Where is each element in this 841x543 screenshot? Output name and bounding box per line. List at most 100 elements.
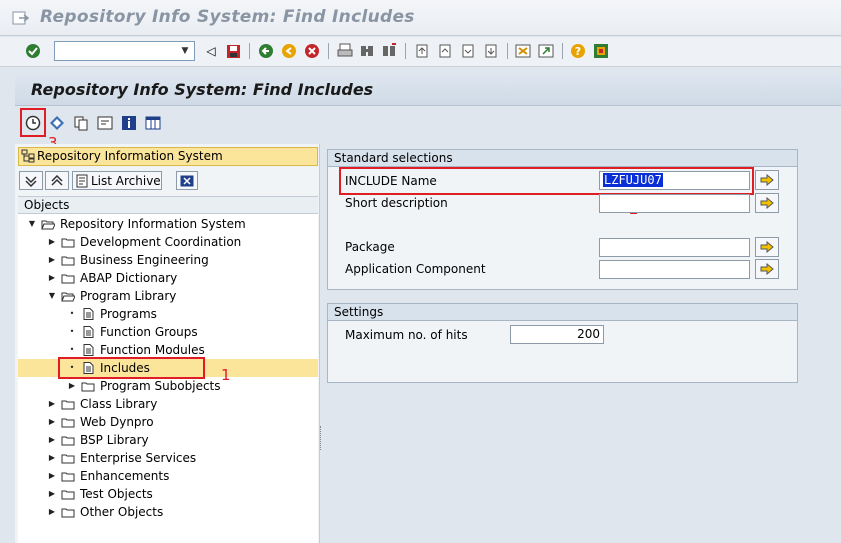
folder-open-icon — [41, 220, 55, 230]
save-icon[interactable] — [224, 42, 242, 60]
tree-node-programs[interactable]: • Programs — [18, 305, 318, 323]
get-variant-icon[interactable] — [72, 114, 90, 132]
tree-node-development-coordination[interactable]: ▶ Development Coordination — [18, 233, 318, 251]
first-page-icon[interactable] — [413, 42, 431, 60]
tree-node-abap-dictionary[interactable]: ▶ ABAP Dictionary — [18, 269, 318, 287]
document-icon — [83, 326, 94, 338]
list-archive-button[interactable]: List Archive — [72, 171, 162, 190]
short-description-multiple-selection-button[interactable] — [755, 193, 779, 213]
shortcut-icon[interactable] — [537, 42, 555, 60]
tree-header: Repository Information System — [18, 147, 318, 166]
tree-node-label: Programs — [100, 307, 157, 321]
tree-node-bsp-library[interactable]: ▶ BSP Library — [18, 431, 318, 449]
document-icon — [83, 308, 94, 320]
expand-node-icon[interactable]: ▶ — [47, 449, 57, 467]
tree-node-repository-information-system[interactable]: ▼ Repository Information System — [18, 215, 318, 233]
short-description-label: Short description — [345, 196, 448, 210]
folder-icon — [61, 508, 75, 518]
tree-node-test-objects[interactable]: ▶ Test Objects — [18, 485, 318, 503]
command-dropdown-icon[interactable]: ▼ — [176, 42, 194, 60]
application-component-multiple-selection-button[interactable] — [755, 259, 779, 279]
expand-all-button[interactable] — [19, 171, 43, 190]
tree-node-web-dynpro[interactable]: ▶ Web Dynpro — [18, 413, 318, 431]
pane-splitter[interactable] — [320, 426, 322, 450]
collapse-all-icon — [51, 174, 63, 186]
folder-icon — [61, 454, 75, 464]
tree-node-label: Test Objects — [80, 487, 153, 501]
toolbar-separator — [562, 43, 563, 59]
last-page-icon[interactable] — [482, 42, 500, 60]
dynamic-selections-icon[interactable] — [96, 114, 114, 132]
application-component-field[interactable] — [599, 260, 750, 279]
leaf-bullet-icon: • — [69, 309, 75, 318]
all-selections-icon[interactable] — [48, 114, 66, 132]
expand-node-icon[interactable]: ▶ — [47, 503, 57, 521]
window-title: Repository Info System: Find Includes — [40, 7, 415, 27]
highlight-box-execute — [20, 108, 46, 137]
tree-node-label: ABAP Dictionary — [80, 271, 178, 285]
columns-icon[interactable] — [144, 114, 162, 132]
application-toolbar — [15, 106, 841, 141]
expand-node-icon[interactable]: ▶ — [67, 377, 77, 395]
expand-node-icon[interactable]: ▶ — [47, 233, 57, 251]
close-tree-button[interactable] — [176, 171, 198, 190]
enter-icon[interactable] — [24, 42, 42, 60]
page-title: Repository Info System: Find Includes — [31, 80, 374, 99]
expand-node-icon[interactable]: ▶ — [47, 269, 57, 287]
tree-node-enterprise-services[interactable]: ▶ Enterprise Services — [18, 449, 318, 467]
collapse-all-button[interactable] — [45, 171, 69, 190]
tree-node-enhancements[interactable]: ▶ Enhancements — [18, 467, 318, 485]
objects-column-header: Objects — [18, 196, 318, 214]
annotation-number-1: 1 — [221, 366, 231, 384]
expand-all-icon — [25, 175, 37, 187]
package-multiple-selection-button[interactable] — [755, 237, 779, 257]
svg-text:?: ? — [575, 45, 581, 58]
tree-node-program-subobjects[interactable]: ▶ Program Subobjects — [18, 377, 318, 395]
include-name-multiple-selection-button[interactable] — [755, 170, 779, 190]
tree-node-label: Other Objects — [80, 505, 164, 519]
multiple-selection-arrow-icon — [760, 197, 774, 209]
exit-icon[interactable] — [280, 42, 298, 60]
expand-node-icon[interactable]: ▶ — [47, 431, 57, 449]
next-page-icon[interactable] — [459, 42, 477, 60]
toolbar-separator — [507, 43, 508, 59]
application-component-label: Application Component — [345, 262, 486, 276]
tree-node-program-library[interactable]: ▼ Program Library — [18, 287, 318, 305]
tree-node-function-groups[interactable]: • Function Groups — [18, 323, 318, 341]
hierarchy-icon — [21, 149, 35, 163]
tree-node-other-objects[interactable]: ▶ Other Objects — [18, 503, 318, 521]
previous-page-icon[interactable] — [436, 42, 454, 60]
short-description-field[interactable] — [599, 194, 750, 213]
package-label: Package — [345, 240, 395, 254]
expand-node-icon[interactable]: ▶ — [47, 467, 57, 485]
folder-open-icon — [61, 292, 75, 302]
toolbar-separator — [249, 43, 250, 59]
find-icon[interactable] — [358, 42, 376, 60]
list-archive-icon — [76, 174, 88, 187]
multiple-selection-arrow-icon — [760, 174, 774, 186]
expand-node-icon[interactable]: ▶ — [47, 413, 57, 431]
back-icon[interactable] — [257, 42, 275, 60]
tree-node-business-engineering[interactable]: ▶ Business Engineering — [18, 251, 318, 269]
information-icon[interactable] — [120, 114, 138, 132]
new-session-icon[interactable] — [514, 42, 532, 60]
close-icon — [180, 175, 194, 186]
expand-node-icon[interactable]: ▶ — [47, 485, 57, 503]
tree-node-label: BSP Library — [80, 433, 149, 447]
help-icon[interactable]: ? — [569, 42, 587, 60]
tree-node-class-library[interactable]: ▶ Class Library — [18, 395, 318, 413]
cancel-icon[interactable] — [303, 42, 321, 60]
command-field[interactable] — [54, 41, 195, 61]
expand-node-icon[interactable]: ▶ — [47, 251, 57, 269]
expand-node-icon[interactable]: ▶ — [47, 395, 57, 413]
back-arrow-icon[interactable]: ◁ — [202, 42, 220, 60]
print-icon[interactable] — [336, 42, 354, 60]
collapse-node-icon[interactable]: ▼ — [47, 287, 57, 305]
collapse-node-icon[interactable]: ▼ — [27, 215, 37, 233]
find-next-icon[interactable] — [380, 42, 398, 60]
folder-icon — [61, 256, 75, 266]
max-hits-field[interactable]: 200 — [510, 325, 604, 344]
window-menu-icon[interactable] — [12, 10, 30, 26]
customize-layout-icon[interactable] — [592, 42, 610, 60]
package-field[interactable] — [599, 238, 750, 257]
